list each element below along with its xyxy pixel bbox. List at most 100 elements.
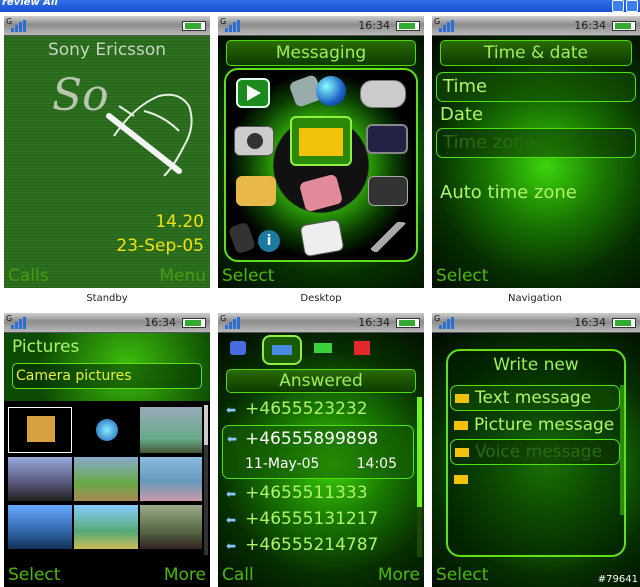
softkey-more[interactable]: More xyxy=(378,565,420,585)
tab-answered-icon[interactable] xyxy=(262,335,302,365)
info-icon[interactable]: i xyxy=(258,230,280,252)
softkey-call[interactable]: Call xyxy=(222,565,254,585)
menu-item-voice-message[interactable]: Voice message xyxy=(450,439,620,465)
list-item-time-zone[interactable]: Time zone xyxy=(436,128,636,158)
tab-received-icon[interactable] xyxy=(314,343,332,353)
list-item-label: Time zone xyxy=(443,132,536,153)
tab-dialed-icon[interactable] xyxy=(230,341,246,355)
list-item-time[interactable]: Time xyxy=(436,72,636,102)
status-bar: G 16:34 xyxy=(432,313,640,333)
pictures-header: Pictures Camera pictures xyxy=(4,333,210,401)
navigation-screen: G 16:34 Time & date Time Date Time zone … xyxy=(432,16,640,288)
desktop-screen: G 16:34 Messaging i Select xyxy=(218,16,424,288)
pictures-title: Pictures xyxy=(12,337,80,357)
menu-item-text-message[interactable]: Text message xyxy=(450,385,620,411)
gamepad-icon[interactable] xyxy=(360,80,406,108)
caption-standby: Standby xyxy=(86,293,128,304)
thumbnail-image[interactable] xyxy=(140,457,202,501)
call-arrow-icon: ⬅ xyxy=(227,432,238,446)
list-item-label: Auto time zone xyxy=(440,182,577,203)
list-item-label: Date xyxy=(440,104,484,125)
call-row[interactable]: ⬅ +4655523232 xyxy=(226,399,368,423)
folder-icon[interactable] xyxy=(236,176,276,206)
play-icon[interactable] xyxy=(236,78,270,108)
film-icon[interactable] xyxy=(366,124,408,154)
signal-icon xyxy=(7,19,26,33)
brand-text: Sony Ericsson xyxy=(47,40,167,60)
envelope-icon[interactable] xyxy=(454,475,468,484)
call-row-selected[interactable]: ⬅ +46555899898 11-May-05 14:05 xyxy=(222,425,414,479)
call-arrow-icon: ⬅ xyxy=(226,539,237,553)
thumbnail-globe-icon[interactable] xyxy=(74,407,138,453)
softkey-more[interactable]: More xyxy=(164,565,206,585)
thumbnail-image[interactable] xyxy=(74,457,138,501)
camera-icon[interactable] xyxy=(234,126,274,156)
list-item-date[interactable]: Date xyxy=(440,104,483,130)
globe-icon[interactable] xyxy=(316,76,346,106)
status-time: 16:34 xyxy=(358,316,390,329)
watermark: #79641 xyxy=(597,574,638,585)
thumbnail-image[interactable] xyxy=(74,505,138,549)
call-time: 14:05 xyxy=(356,456,397,472)
softkey-select[interactable]: Select xyxy=(8,565,60,585)
tab-missed-icon[interactable] xyxy=(354,341,370,355)
softkey-menu[interactable]: Menu xyxy=(159,266,206,286)
list-item-auto-time-zone[interactable]: Auto time zone xyxy=(440,182,577,208)
battery-icon xyxy=(182,318,206,328)
thumbnail-image[interactable] xyxy=(140,505,202,549)
battery-icon xyxy=(182,21,206,31)
status-bar: G xyxy=(4,16,210,36)
list-item-label: Time xyxy=(443,76,488,97)
softkey-select[interactable]: Select xyxy=(436,266,488,286)
envelope-icon[interactable] xyxy=(290,116,352,166)
maximize-icon[interactable] xyxy=(626,0,638,12)
signal-icon xyxy=(435,19,454,33)
navigation-header: Time & date xyxy=(440,40,632,66)
clock-date: 23-Sep-05 xyxy=(116,236,204,256)
write-new-screen: G 16:34 Write new Text message Picture m… xyxy=(432,313,640,587)
scrollbar[interactable] xyxy=(620,385,624,515)
scrollbar[interactable] xyxy=(204,405,208,555)
window-title: review All xyxy=(2,0,58,8)
battery-icon xyxy=(396,21,420,31)
battery-icon xyxy=(612,318,636,328)
call-arrow-icon: ⬅ xyxy=(226,403,237,417)
minimize-icon[interactable] xyxy=(612,0,624,12)
status-time: 16:34 xyxy=(574,19,606,32)
call-number: +46555131217 xyxy=(245,509,379,529)
caption-desktop: Desktop xyxy=(300,293,342,304)
thumbnail-image[interactable] xyxy=(8,505,72,549)
call-number: +4655523232 xyxy=(245,399,368,419)
radio-icon[interactable] xyxy=(368,176,408,206)
softkey-select[interactable]: Select xyxy=(222,266,274,286)
pictures-subtitle: Camera pictures xyxy=(12,363,202,389)
window-titlebar: review All xyxy=(0,0,640,12)
calendar-icon[interactable] xyxy=(299,218,345,258)
picture-envelope-icon xyxy=(454,421,468,430)
call-row[interactable]: ⬅ +46555214787 xyxy=(226,535,378,559)
thumbnail-image[interactable] xyxy=(8,457,72,501)
tools-icon[interactable] xyxy=(370,222,408,252)
status-time: 16:34 xyxy=(144,316,176,329)
menu-item-label: Picture message xyxy=(474,415,615,435)
thumbnail-folder-icon[interactable] xyxy=(8,407,72,453)
status-bar: G 16:34 xyxy=(4,313,210,333)
envelope-icon xyxy=(455,394,469,403)
thumbnail-image[interactable] xyxy=(140,407,202,453)
pictures-screen: G 16:34 Pictures Camera pictures Select … xyxy=(4,313,210,587)
voice-envelope-icon xyxy=(455,448,469,457)
clock-time: 14.20 xyxy=(155,212,204,232)
call-row[interactable]: ⬅ +46555131217 xyxy=(226,509,378,533)
thumbnail-grid xyxy=(6,405,202,555)
softkey-calls[interactable]: Calls xyxy=(8,266,49,286)
call-number: +46555899898 xyxy=(245,429,379,449)
call-arrow-icon: ⬅ xyxy=(226,513,237,527)
desktop-header: Messaging xyxy=(226,40,416,66)
scrollbar[interactable] xyxy=(417,397,422,557)
battery-icon xyxy=(612,21,636,31)
calls-header: Answered xyxy=(226,369,416,393)
call-date: 11-May-05 xyxy=(245,456,320,472)
call-row[interactable]: ⬅ +4655511333 xyxy=(226,483,368,507)
write-new-header: Write new xyxy=(493,355,579,375)
softkey-select[interactable]: Select xyxy=(436,565,488,585)
